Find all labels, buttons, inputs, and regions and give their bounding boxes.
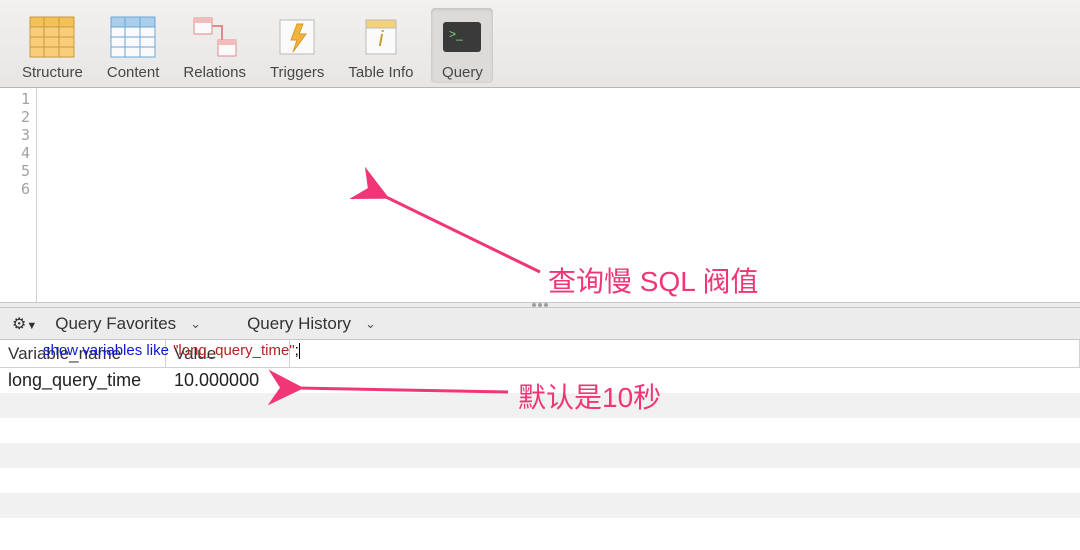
gear-icon[interactable]: ⚙▼: [12, 314, 37, 334]
toolbar-label: Triggers: [270, 64, 324, 81]
result-body: long_query_time 10.000000: [0, 368, 1080, 550]
cell-variable-name: long_query_time: [0, 370, 166, 391]
sql-editor[interactable]: 1 2 3 4 5 6 show variables like "long_qu…: [0, 88, 1080, 302]
table-row: [0, 393, 1080, 418]
tab-triggers[interactable]: Triggers: [264, 8, 330, 83]
tab-relations[interactable]: Relations: [177, 8, 252, 83]
line-gutter: 1 2 3 4 5 6: [0, 88, 37, 302]
toolbar-label: Structure: [22, 64, 83, 81]
toolbar-label: Relations: [183, 64, 246, 81]
tab-structure[interactable]: Structure: [16, 8, 89, 83]
table-row[interactable]: long_query_time 10.000000: [0, 368, 1080, 393]
content-icon: [108, 12, 158, 62]
toolbar-label: Table Info: [348, 64, 413, 81]
toolbar-label: Content: [107, 64, 160, 81]
table-row: [0, 493, 1080, 518]
main-toolbar: Structure Content Relations Triggers i T…: [0, 0, 1080, 88]
tab-content[interactable]: Content: [101, 8, 166, 83]
toolbar-label: Query: [442, 64, 483, 81]
tab-query[interactable]: >_ Query: [431, 8, 493, 83]
table-row: [0, 418, 1080, 443]
triggers-icon: [272, 12, 322, 62]
cell-value: 10.000000: [166, 370, 290, 391]
structure-icon: [27, 12, 77, 62]
table-row: [0, 468, 1080, 493]
relations-icon: [190, 12, 240, 62]
table-row: [0, 443, 1080, 468]
table-row: [0, 518, 1080, 543]
svg-text:>_: >_: [449, 27, 463, 41]
tableinfo-icon: i: [356, 12, 406, 62]
code-area[interactable]: show variables like "long_query_time";: [37, 88, 1080, 302]
query-icon: >_: [437, 12, 487, 62]
tab-tableinfo[interactable]: i Table Info: [342, 8, 419, 83]
